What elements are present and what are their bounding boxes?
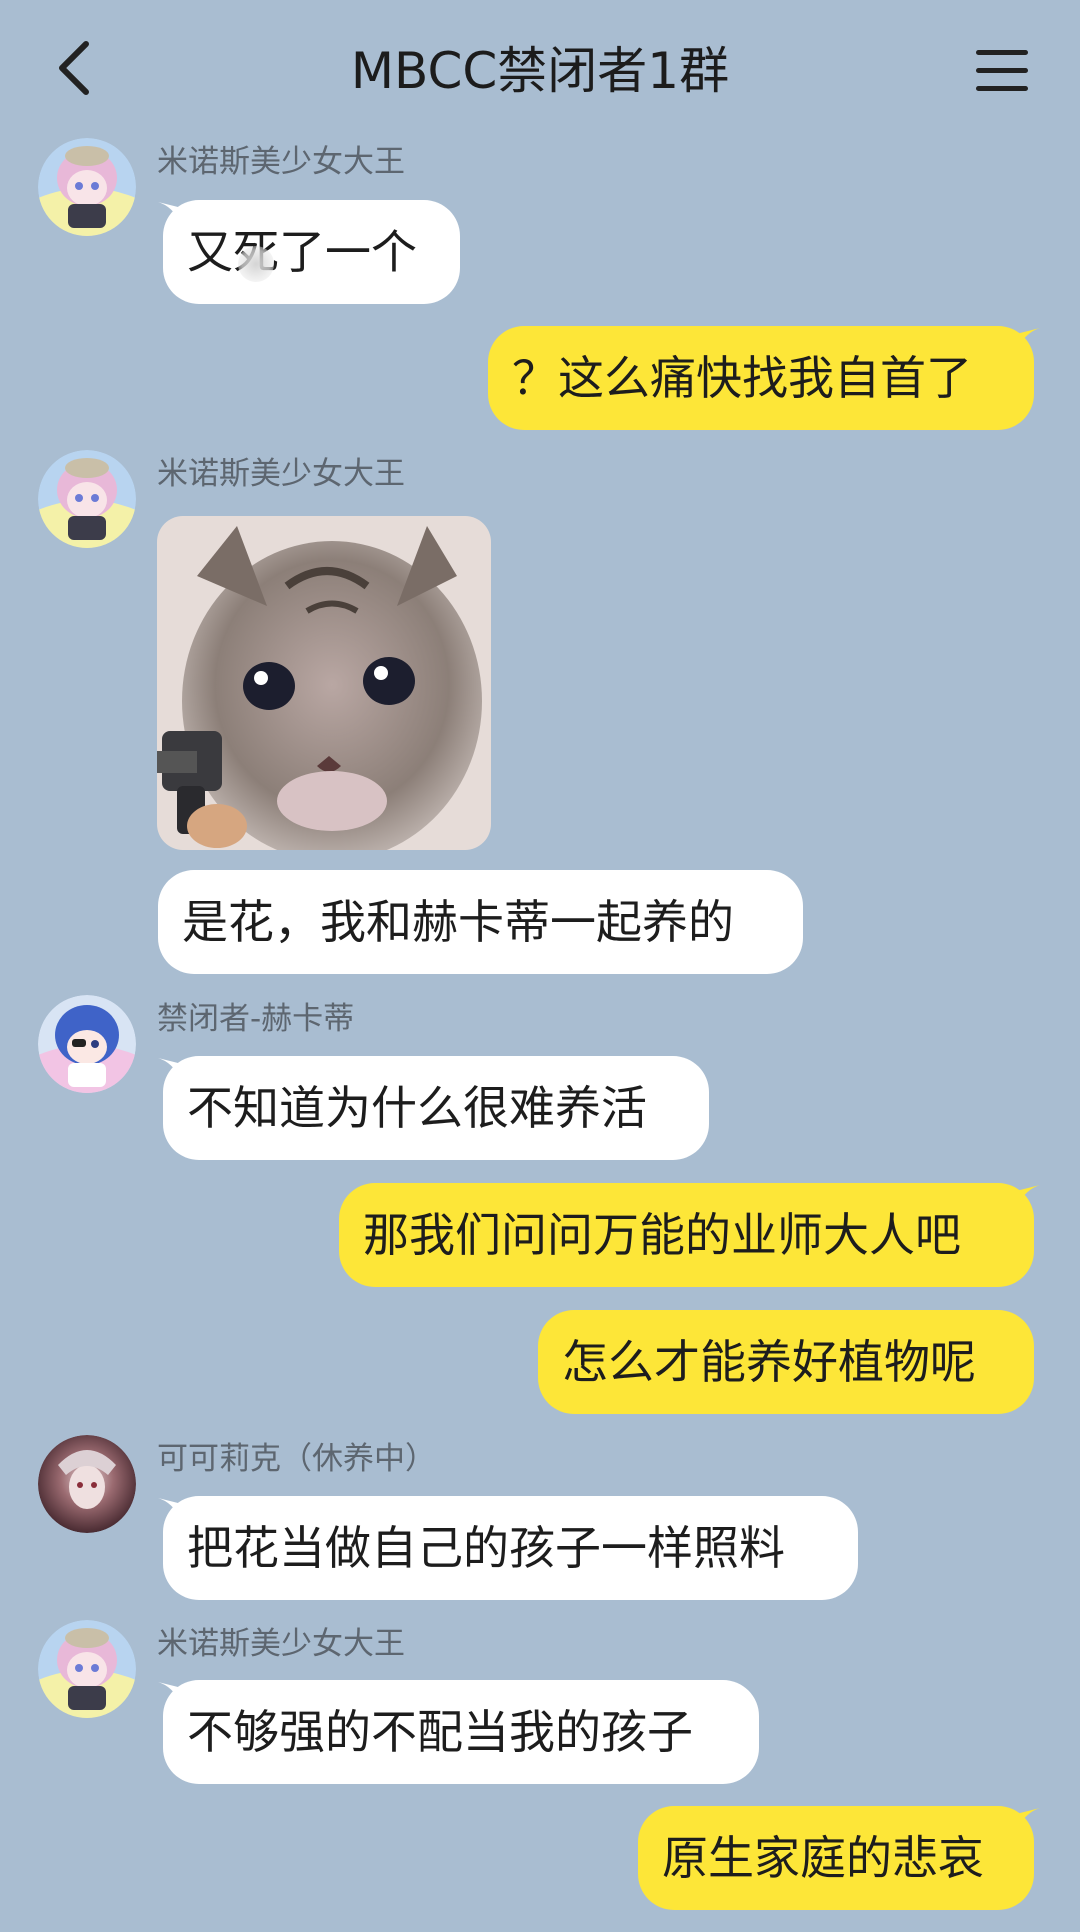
anime-avatar-pink-hair: [38, 138, 136, 236]
blur-mask: [238, 246, 274, 282]
chat-screen: MBCC禁闭者1群 米诺斯美少女大王 又死了一个 ？这么痛快找我自首了 米诺斯美…: [0, 0, 1080, 1932]
message-bubble[interactable]: 不够强的不配当我的孩子: [163, 1680, 759, 1784]
hamburger-menu-icon: [976, 50, 1028, 91]
message-text: 是花，我和赫卡蒂一起养的: [182, 895, 734, 949]
bubble-tail: [1016, 328, 1040, 350]
anime-avatar-pink-hair: [38, 450, 136, 548]
message-text: 原生家庭的悲哀: [662, 1831, 984, 1885]
sender-name: 米诺斯美少女大王: [157, 456, 405, 492]
message-bubble[interactable]: 把花当做自己的孩子一样照料: [163, 1496, 858, 1600]
message-bubble[interactable]: 原生家庭的悲哀: [638, 1806, 1034, 1910]
chat-title: MBCC禁闭者1群: [350, 42, 730, 100]
sender-name: 禁闭者-赫卡蒂: [157, 1001, 355, 1037]
message-text: 不知道为什么很难养活: [187, 1081, 647, 1135]
message-text: 怎么才能养好植物呢: [562, 1335, 976, 1389]
message-bubble[interactable]: 又死了一个: [163, 200, 460, 304]
avatar-minos[interactable]: [38, 138, 136, 236]
chat-header: MBCC禁闭者1群: [0, 0, 1080, 140]
message-bubble[interactable]: 不知道为什么很难养活: [163, 1056, 709, 1160]
sender-name: 米诺斯美少女大王: [157, 1626, 405, 1662]
message-bubble[interactable]: 那我们问问万能的业师大人吧: [339, 1183, 1034, 1287]
message-bubble[interactable]: 是花，我和赫卡蒂一起养的: [158, 870, 803, 974]
avatar-minos[interactable]: [38, 450, 136, 548]
message-bubble[interactable]: ？这么痛快找我自首了: [488, 326, 1034, 430]
bubble-tail: [1016, 1808, 1040, 1830]
sender-name: 米诺斯美少女大王: [157, 144, 405, 180]
anime-avatar-blue-hair: [38, 995, 136, 1093]
message-text: ？这么痛快找我自首了: [512, 351, 972, 405]
message-text: 又死了一个: [187, 225, 417, 279]
avatar-kokolik[interactable]: [38, 1435, 136, 1533]
message-text: 把花当做自己的孩子一样照料: [187, 1521, 785, 1575]
bubble-tail: [1016, 1185, 1040, 1207]
avatar-hecate[interactable]: [38, 995, 136, 1093]
message-text: 那我们问问万能的业师大人吧: [363, 1208, 961, 1262]
dark-portrait-avatar: [38, 1435, 136, 1533]
menu-button[interactable]: [974, 48, 1030, 94]
kitten-with-pistol-image: [157, 516, 491, 850]
anime-avatar-pink-hair: [38, 1620, 136, 1718]
message-text: 不够强的不配当我的孩子: [187, 1705, 693, 1759]
sender-name: 可可莉克（休养中）: [157, 1441, 436, 1477]
message-bubble[interactable]: 怎么才能养好植物呢: [538, 1310, 1034, 1414]
image-message[interactable]: [157, 516, 491, 850]
avatar-minos[interactable]: [38, 1620, 136, 1718]
